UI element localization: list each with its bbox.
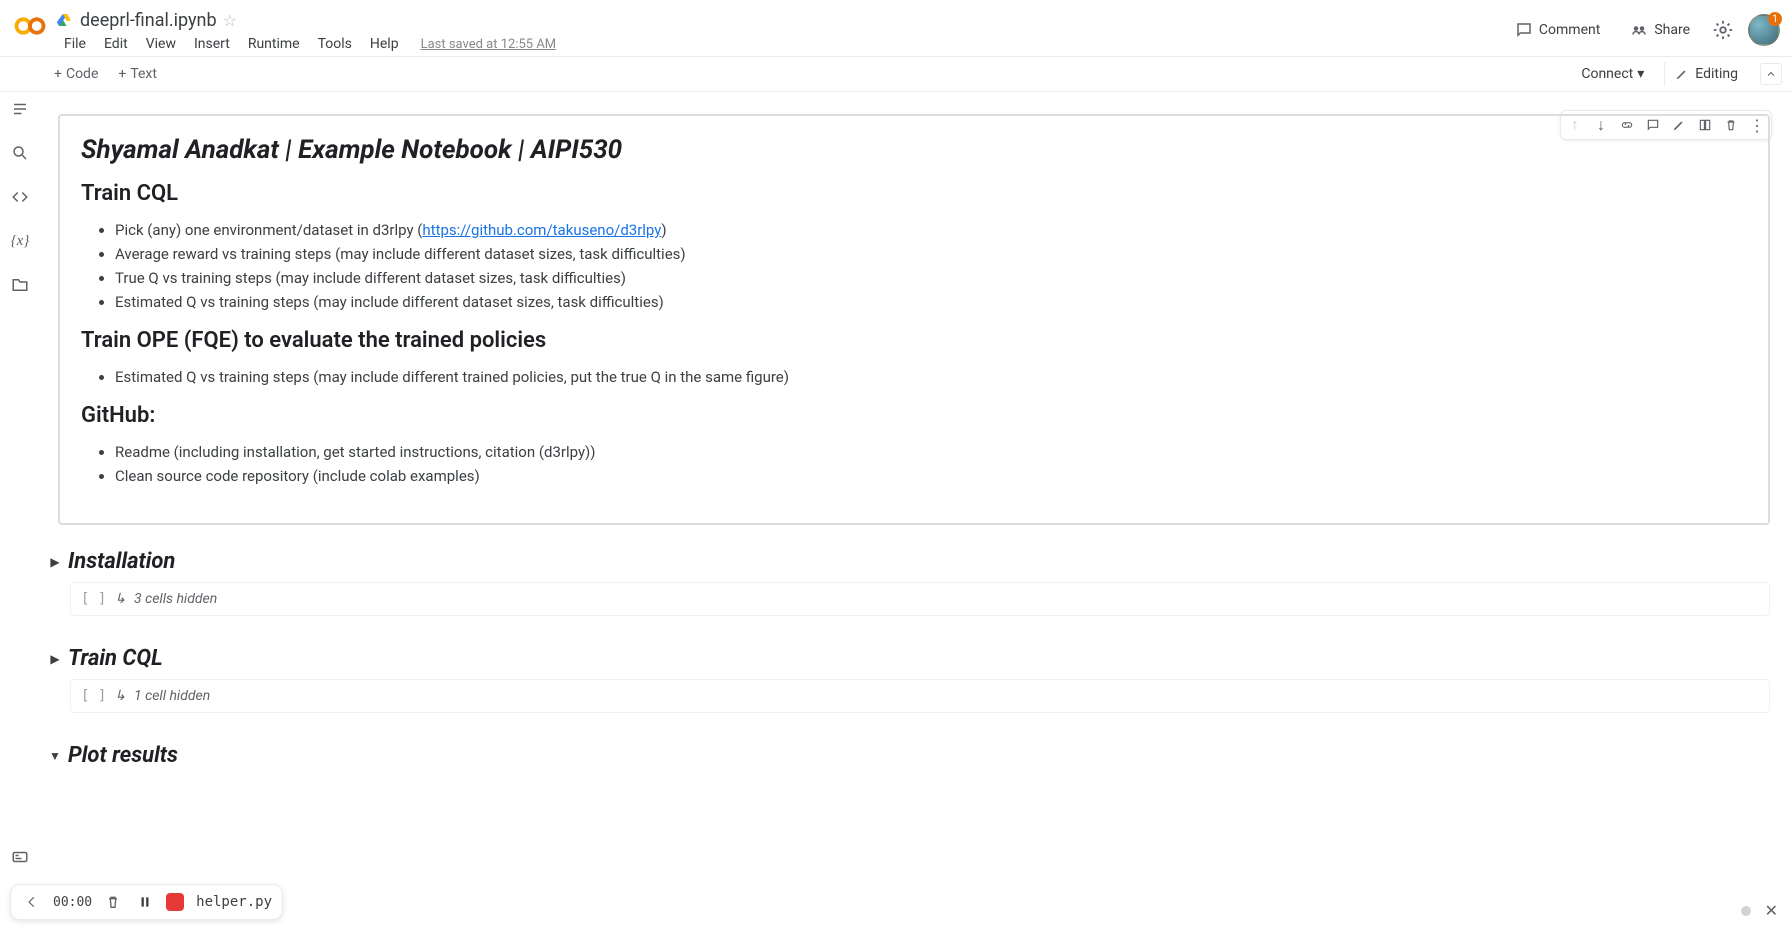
pause-button[interactable] <box>134 891 156 913</box>
comment-label: Comment <box>1539 22 1600 38</box>
cell-bracket: [ ] <box>81 591 106 607</box>
pencil-icon <box>1675 67 1689 81</box>
menu-file[interactable]: File <box>56 33 94 55</box>
rail-bottom <box>0 848 40 870</box>
turn-down-right-icon: ↳ <box>114 688 126 704</box>
section-plot-results[interactable]: ▼ Plot results <box>48 743 1770 768</box>
back-button[interactable] <box>21 891 43 913</box>
left-rail: {x} <box>0 92 40 296</box>
avatar[interactable] <box>1748 14 1780 46</box>
comment-button[interactable]: Comment <box>1507 15 1608 45</box>
menu-tools[interactable]: Tools <box>310 33 360 55</box>
add-code-label: Code <box>66 66 98 82</box>
list-item: True Q vs training steps (may include di… <box>115 266 1747 290</box>
hidden-cells-label: 1 cell hidden <box>134 688 210 704</box>
helper-filename: helper.py <box>196 894 272 910</box>
plus-icon: + <box>118 66 126 82</box>
add-text-label: Text <box>130 66 157 82</box>
stop-record-button[interactable] <box>166 893 184 911</box>
hidden-cells-row[interactable]: [ ] ↳ 1 cell hidden <box>70 679 1770 713</box>
status-dot-icon <box>1741 906 1751 916</box>
add-code-button[interactable]: +Code <box>44 62 108 86</box>
connect-label: Connect <box>1581 66 1633 82</box>
section-title: Train CQL <box>68 646 163 671</box>
menu-insert[interactable]: Insert <box>186 33 238 55</box>
recorder-bar: 00:00 helper.py <box>10 884 283 920</box>
caret-right-icon[interactable]: ▶ <box>48 652 62 666</box>
variables-icon[interactable]: {x} <box>9 230 31 252</box>
editing-label: Editing <box>1695 66 1738 82</box>
hidden-cells-label: 3 cells hidden <box>134 591 217 607</box>
menu-view[interactable]: View <box>138 33 184 55</box>
toc-icon[interactable] <box>9 98 31 120</box>
collapse-header-button[interactable] <box>1760 63 1782 85</box>
caret-down-icon: ▾ <box>1637 66 1644 82</box>
drive-icon <box>56 11 74 29</box>
star-icon[interactable]: ☆ <box>223 11 237 30</box>
timer-label: 00:00 <box>53 895 92 910</box>
last-saved-label[interactable]: Last saved at 12:55 AM <box>413 34 565 55</box>
plus-icon: + <box>54 66 62 82</box>
section-train-cql[interactable]: ▶ Train CQL <box>48 646 1770 671</box>
files-icon[interactable] <box>9 274 31 296</box>
header-bar: deeprl-final.ipynb ☆ File Edit View Inse… <box>0 0 1792 56</box>
cell-bracket: [ ] <box>81 688 106 704</box>
search-icon[interactable] <box>9 142 31 164</box>
heading-train-cql: Train CQL <box>81 181 1747 206</box>
section-title: Plot results <box>68 743 178 768</box>
comment-icon <box>1515 21 1533 39</box>
share-label: Share <box>1654 22 1690 38</box>
status-bar: ✕ <box>1741 901 1778 920</box>
menu-bar: File Edit View Insert Runtime Tools Help… <box>56 32 1507 56</box>
add-text-button[interactable]: +Text <box>108 62 167 86</box>
menu-edit[interactable]: Edit <box>96 33 136 55</box>
editing-button[interactable]: Editing <box>1664 62 1748 86</box>
list-item: Readme (including installation, get star… <box>115 440 1747 464</box>
gear-icon[interactable] <box>1712 19 1734 41</box>
delete-recording-button[interactable] <box>102 891 124 913</box>
d3rlpy-link[interactable]: https://github.com/takuseno/d3rlpy <box>422 221 661 239</box>
colab-logo-icon <box>12 8 48 44</box>
share-button[interactable]: Share <box>1622 15 1698 45</box>
menu-runtime[interactable]: Runtime <box>240 33 308 55</box>
notebook-title: Shyamal Anadkat | Example Notebook | AIP… <box>81 135 1747 165</box>
title-area: deeprl-final.ipynb ☆ File Edit View Inse… <box>56 8 1507 56</box>
close-icon[interactable]: ✕ <box>1765 901 1778 920</box>
header-right: Comment Share <box>1507 8 1780 46</box>
notebook-filename[interactable]: deeprl-final.ipynb <box>80 10 217 31</box>
caret-right-icon[interactable]: ▶ <box>48 555 62 569</box>
command-palette-icon[interactable] <box>11 848 29 870</box>
code-snippets-icon[interactable] <box>9 186 31 208</box>
list-item: Clean source code repository (include co… <box>115 464 1747 488</box>
list-item: Estimated Q vs training steps (may inclu… <box>115 365 1747 389</box>
list-item: Average reward vs training steps (may in… <box>115 242 1747 266</box>
heading-github: GitHub: <box>81 403 1747 428</box>
hidden-cells-row[interactable]: [ ] ↳ 3 cells hidden <box>70 582 1770 616</box>
text-cell-intro[interactable]: Shyamal Anadkat | Example Notebook | AIP… <box>58 114 1770 525</box>
section-installation[interactable]: ▶ Installation <box>48 549 1770 574</box>
heading-train-ope: Train OPE (FQE) to evaluate the trained … <box>81 328 1747 353</box>
list-item: Pick (any) one environment/dataset in d3… <box>115 218 1747 242</box>
share-icon <box>1630 21 1648 39</box>
notebook-area[interactable]: Shyamal Anadkat | Example Notebook | AIP… <box>40 92 1792 872</box>
turn-down-right-icon: ↳ <box>114 591 126 607</box>
menu-help[interactable]: Help <box>362 33 407 55</box>
sub-toolbar: +Code +Text Connect▾ Editing <box>0 56 1792 92</box>
section-title: Installation <box>68 549 175 574</box>
connect-button[interactable]: Connect▾ <box>1573 62 1652 86</box>
caret-down-icon[interactable]: ▼ <box>48 749 62 763</box>
list-item: Estimated Q vs training steps (may inclu… <box>115 290 1747 314</box>
chevron-up-icon <box>1765 68 1777 80</box>
